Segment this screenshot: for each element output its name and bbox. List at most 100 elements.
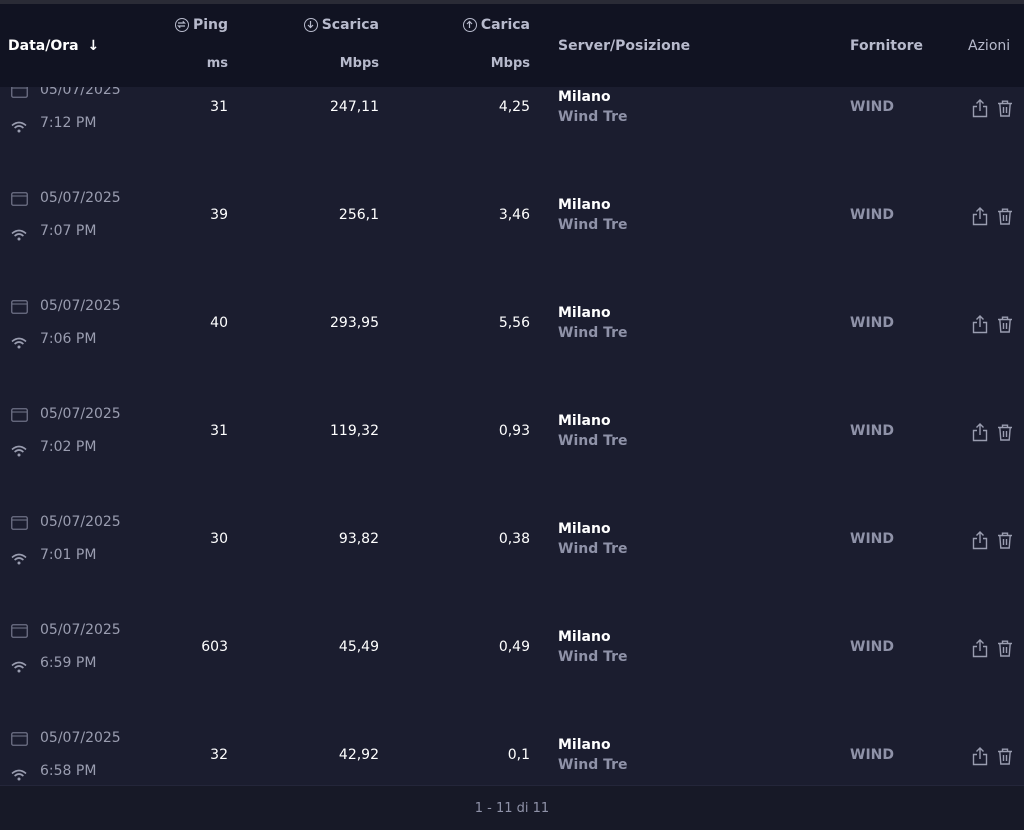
row-time: 7:06 PM xyxy=(40,331,97,347)
row-ping: 31 xyxy=(210,423,228,439)
row-ping: 39 xyxy=(210,207,228,223)
row-provider: WIND xyxy=(850,639,894,655)
wifi-icon xyxy=(11,226,27,245)
table-row[interactable]: 05/07/2025 7:12 PM 31 247,11 4,25 Milano… xyxy=(0,87,1024,177)
row-date: 05/07/2025 xyxy=(40,190,121,206)
share-icon[interactable] xyxy=(972,747,988,770)
row-ping: 30 xyxy=(210,531,228,547)
row-provider: WIND xyxy=(850,423,894,439)
table-row[interactable]: 05/07/2025 7:07 PM 39 256,1 3,46 Milano … xyxy=(0,177,1024,285)
pagination-info: 1 - 11 di 11 xyxy=(474,801,550,816)
row-server-city: Milano xyxy=(558,521,611,537)
row-server-city: Milano xyxy=(558,413,611,429)
table-row[interactable]: 05/07/2025 6:59 PM 603 45,49 0,49 Milano… xyxy=(0,609,1024,717)
row-server-isp: Wind Tre xyxy=(558,757,628,773)
share-icon[interactable] xyxy=(972,531,988,554)
row-download: 93,82 xyxy=(338,531,379,547)
column-header-ping-unit: ms xyxy=(206,56,228,71)
results-table-body[interactable]: 05/07/2025 7:12 PM 31 247,11 4,25 Milano… xyxy=(0,87,1024,785)
row-date: 05/07/2025 xyxy=(40,406,121,422)
wifi-icon xyxy=(11,658,27,677)
wifi-icon xyxy=(11,334,27,353)
column-header-ping-label: Ping xyxy=(192,17,228,33)
row-provider: WIND xyxy=(850,315,894,331)
ping-icon xyxy=(174,18,189,32)
calendar-icon xyxy=(11,191,28,210)
row-date: 05/07/2025 xyxy=(40,87,121,98)
trash-icon[interactable] xyxy=(997,100,1013,121)
trash-icon[interactable] xyxy=(997,748,1013,769)
row-upload: 0,49 xyxy=(498,639,530,655)
column-header-actions: Azioni xyxy=(968,38,1011,54)
share-icon[interactable] xyxy=(972,315,988,338)
wifi-icon xyxy=(11,550,27,569)
row-server-city: Milano xyxy=(558,629,611,645)
row-date: 05/07/2025 xyxy=(40,730,121,746)
row-time: 7:02 PM xyxy=(40,439,97,455)
row-download: 247,11 xyxy=(330,99,379,115)
table-row[interactable]: 05/07/2025 7:01 PM 30 93,82 0,38 Milano … xyxy=(0,501,1024,609)
row-ping: 40 xyxy=(210,315,228,331)
column-header-provider[interactable]: Fornitore xyxy=(850,38,923,54)
row-provider: WIND xyxy=(850,747,894,763)
trash-icon[interactable] xyxy=(997,424,1013,445)
calendar-icon xyxy=(11,623,28,642)
row-download: 45,49 xyxy=(338,639,379,655)
row-provider: WIND xyxy=(850,207,894,223)
column-header-ping[interactable]: Ping ms xyxy=(160,17,228,77)
download-icon xyxy=(303,18,318,32)
row-time: 7:07 PM xyxy=(40,223,97,239)
calendar-icon xyxy=(11,407,28,426)
column-header-upload-unit: Mbps xyxy=(490,56,530,71)
row-server-isp: Wind Tre xyxy=(558,433,628,449)
row-provider: WIND xyxy=(850,99,894,115)
row-upload: 0,1 xyxy=(507,747,530,763)
row-server-isp: Wind Tre xyxy=(558,109,628,125)
table-footer: 1 - 11 di 11 xyxy=(0,785,1024,830)
calendar-icon xyxy=(11,515,28,534)
row-ping: 31 xyxy=(210,99,228,115)
trash-icon[interactable] xyxy=(997,208,1013,229)
share-icon[interactable] xyxy=(972,99,988,122)
row-time: 7:12 PM xyxy=(40,115,97,131)
calendar-icon xyxy=(11,87,28,102)
table-row[interactable]: 05/07/2025 6:58 PM 32 42,92 0,1 Milano W… xyxy=(0,717,1024,785)
row-server-city: Milano xyxy=(558,737,611,753)
table-row[interactable]: 05/07/2025 7:02 PM 31 119,32 0,93 Milano… xyxy=(0,393,1024,501)
row-upload: 0,93 xyxy=(498,423,530,439)
row-upload: 5,56 xyxy=(498,315,530,331)
row-download: 256,1 xyxy=(338,207,379,223)
row-time: 6:58 PM xyxy=(40,763,97,779)
column-header-server[interactable]: Server/Posizione xyxy=(558,38,690,54)
row-provider: WIND xyxy=(850,531,894,547)
trash-icon[interactable] xyxy=(997,532,1013,553)
row-server-city: Milano xyxy=(558,89,611,105)
row-upload: 4,25 xyxy=(498,99,530,115)
row-date: 05/07/2025 xyxy=(40,514,121,530)
row-server-isp: Wind Tre xyxy=(558,325,628,341)
trash-icon[interactable] xyxy=(997,316,1013,337)
share-icon[interactable] xyxy=(972,639,988,662)
column-header-upload[interactable]: Carica Mbps xyxy=(440,17,530,77)
row-server-isp: Wind Tre xyxy=(558,649,628,665)
row-server-isp: Wind Tre xyxy=(558,541,628,557)
share-icon[interactable] xyxy=(972,423,988,446)
column-header-download-label: Scarica xyxy=(321,17,379,33)
wifi-icon xyxy=(11,442,27,461)
share-icon[interactable] xyxy=(972,207,988,230)
calendar-icon xyxy=(11,299,28,318)
column-header-download[interactable]: Scarica Mbps xyxy=(290,17,379,77)
column-header-datetime[interactable]: Data/Ora ↓ xyxy=(8,38,99,54)
sort-descending-icon: ↓ xyxy=(87,38,100,54)
row-server-city: Milano xyxy=(558,305,611,321)
wifi-icon xyxy=(11,766,27,785)
row-server-city: Milano xyxy=(558,197,611,213)
column-header-upload-label: Carica xyxy=(480,17,530,33)
row-date: 05/07/2025 xyxy=(40,622,121,638)
row-ping: 603 xyxy=(201,639,228,655)
trash-icon[interactable] xyxy=(997,640,1013,661)
table-row[interactable]: 05/07/2025 7:06 PM 40 293,95 5,56 Milano… xyxy=(0,285,1024,393)
row-download: 293,95 xyxy=(330,315,379,331)
row-time: 6:59 PM xyxy=(40,655,97,671)
row-upload: 0,38 xyxy=(498,531,530,547)
